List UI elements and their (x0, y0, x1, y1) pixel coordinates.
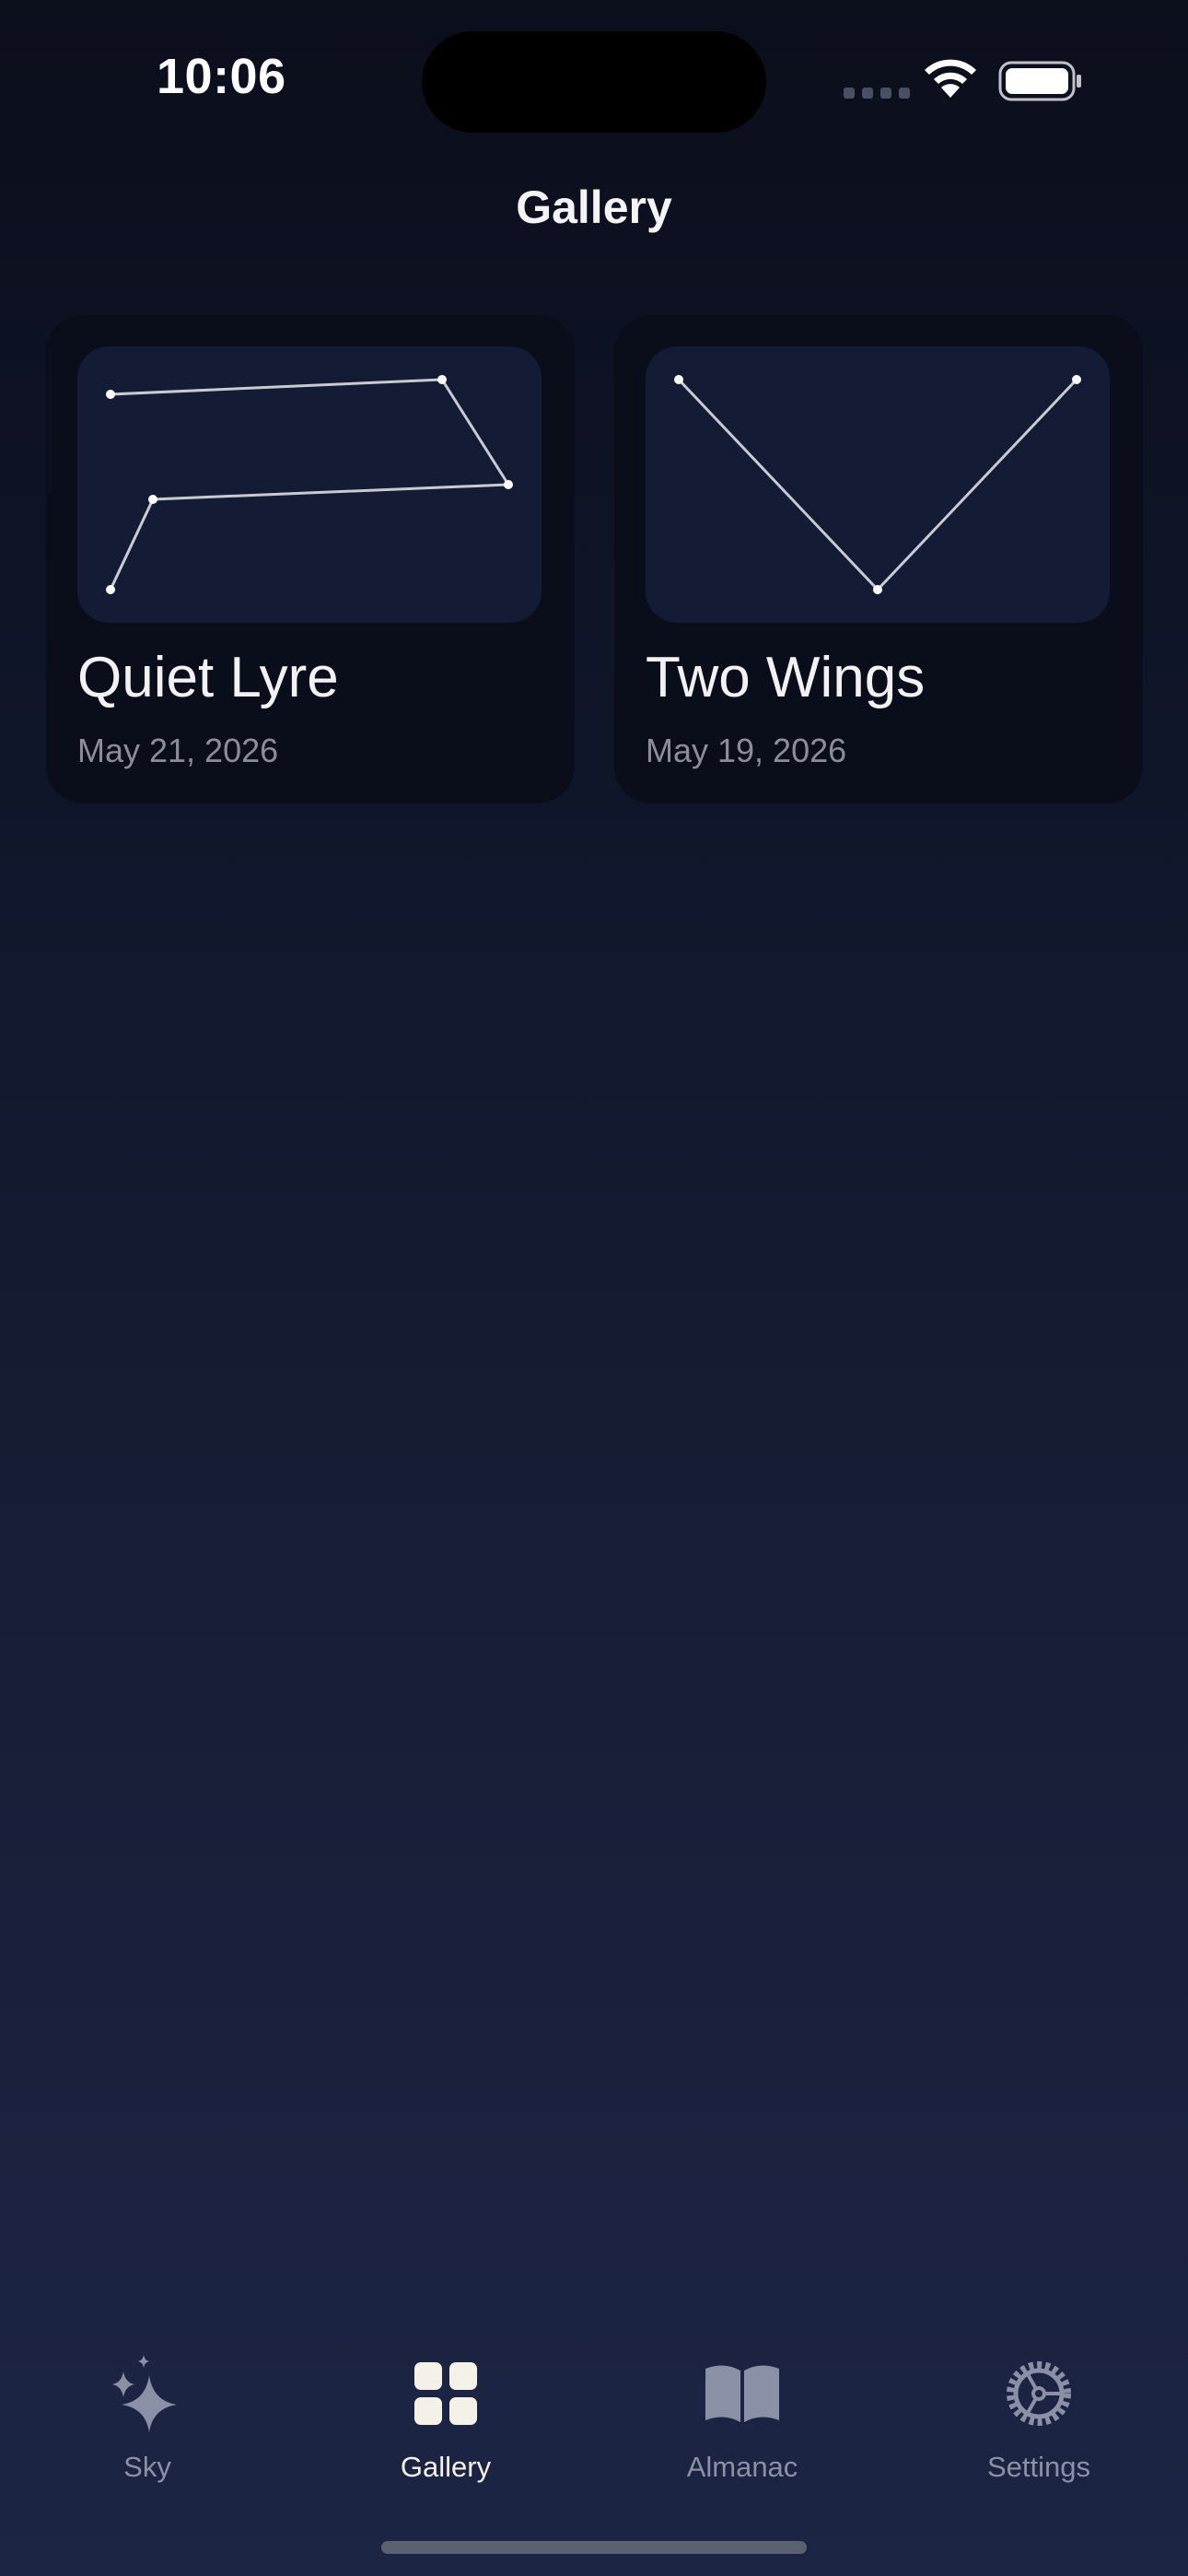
tab-sky[interactable]: Sky (46, 2349, 249, 2484)
grid-icon (414, 2362, 477, 2425)
tab-gallery[interactable]: Gallery (344, 2349, 547, 2484)
page-title: Gallery (516, 181, 672, 233)
tab-bar: Sky Gallery Almanac Settings (0, 2349, 1188, 2497)
status-time: 10:06 (157, 49, 286, 104)
tab-settings[interactable]: Settings (938, 2349, 1140, 2484)
home-indicator[interactable] (381, 2541, 807, 2554)
cellular-signal-icon (844, 88, 910, 99)
battery-icon (998, 61, 1081, 101)
card-title: Quiet Lyre (77, 646, 339, 709)
card-title: Two Wings (646, 646, 926, 709)
sparkle-icon (112, 2355, 177, 2432)
tab-label: Almanac (686, 2451, 798, 2483)
wifi-icon (925, 59, 976, 98)
tab-label: Sky (123, 2451, 171, 2483)
card-date: May 19, 2026 (646, 732, 847, 769)
tab-almanac[interactable]: Almanac (641, 2349, 844, 2484)
constellation-drawing (674, 375, 1081, 594)
tab-label: Settings (986, 2451, 1090, 2483)
dynamic-island (422, 31, 766, 133)
tab-label: Gallery (400, 2451, 492, 2483)
card-date: May 21, 2026 (77, 732, 279, 769)
gallery-card-two-wings[interactable]: Two Wings May 19, 2026 (614, 315, 1143, 803)
constellation-thumbnail (77, 346, 542, 623)
gallery-card-quiet-lyre[interactable]: Quiet Lyre May 21, 2026 (46, 315, 575, 803)
gear-icon (1007, 2361, 1071, 2426)
book-icon (705, 2365, 779, 2422)
constellation-thumbnail (646, 346, 1110, 623)
constellation-drawing (106, 375, 513, 594)
